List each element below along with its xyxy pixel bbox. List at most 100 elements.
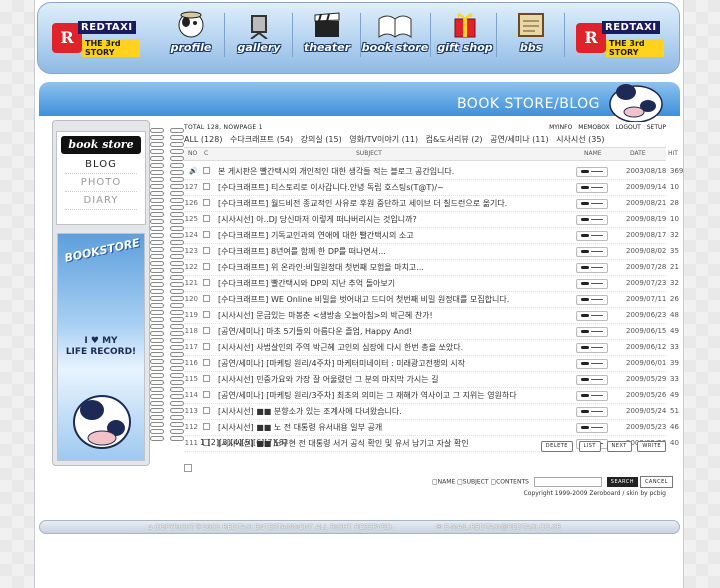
nav-profile[interactable]: profile	[156, 11, 226, 61]
sidebar-item-diary[interactable]: DIARY	[65, 192, 137, 210]
nav-gift-shop[interactable]: gift shop	[430, 11, 500, 61]
author-name-image[interactable]	[576, 343, 608, 353]
category-lecture[interactable]: 강의실 (15)	[301, 135, 342, 144]
author-name-image[interactable]	[576, 279, 608, 289]
row-checkbox[interactable]	[203, 407, 210, 414]
category-suda[interactable]: 수다크래프트 (54)	[230, 135, 293, 144]
myinfo-link[interactable]: MYINFO	[549, 124, 572, 131]
post-date: 2009/07/23	[626, 279, 667, 287]
category-movie[interactable]: 영화/TV이야기 (11)	[349, 135, 418, 144]
column-hit[interactable]: HIT	[668, 150, 678, 157]
footer-email[interactable]: ✉ E-MAIL:REDTAXI@REDTAXI.CO.KR	[436, 523, 561, 531]
post-subject-link[interactable]: [수다크래프트] 월드비전 종교적인 사유로 후원 중단하고 세이브 더 칠드런…	[218, 198, 543, 209]
author-name-image[interactable]	[576, 311, 608, 321]
category-seminar[interactable]: 공연/세미나 (11)	[490, 135, 548, 144]
setup-link[interactable]: SETUP	[647, 124, 666, 131]
write-button[interactable]: WRITE	[637, 441, 666, 452]
column-subject[interactable]: SUBJECT	[356, 150, 382, 157]
post-subject-link[interactable]: [수다크래프트] 8년여를 함께 한 DP를 떠나면서...	[218, 246, 543, 257]
post-subject-link[interactable]: [시사시선] ■■ 분향소가 있는 조계사에 다녀왔습니다.	[218, 406, 543, 417]
post-subject-link[interactable]: [시사시선] 아..DJ 당신마저 이렇게 떠나버리시는 것입니까?	[218, 214, 543, 225]
post-subject-link[interactable]: [공연/세미나] 마초 5기들의 아름다운 졸업, Happy And!	[218, 326, 543, 337]
select-all-checkbox[interactable]	[184, 464, 192, 472]
row-checkbox[interactable]	[203, 311, 210, 318]
column-name[interactable]: NAME	[584, 150, 602, 157]
post-subject-link[interactable]: [시사시선] 사법살인의 주역 박근혜 고인의 심장에 다시 한번 총을 쏘았다…	[218, 342, 543, 353]
author-name-image[interactable]	[576, 423, 608, 433]
author-name-image[interactable]	[576, 327, 608, 337]
row-checkbox[interactable]	[203, 327, 210, 334]
post-subject-link[interactable]: [공연/세미나] [마케팅 원리/4주차] 마케터미네이터 : 미래광고전쟁의 …	[218, 358, 543, 369]
table-row: 116 [공연/세미나] [마케팅 원리/4주차] 마케터미네이터 : 미래광고전…	[184, 356, 679, 372]
delete-button[interactable]: DELETE	[540, 441, 573, 452]
row-checkbox[interactable]	[203, 423, 210, 430]
nav-gallery[interactable]: gallery	[224, 11, 294, 61]
row-checkbox[interactable]	[203, 295, 210, 302]
author-name-image[interactable]	[576, 215, 608, 225]
post-number: 126	[184, 199, 198, 207]
search-options[interactable]: □NAME □SUBJECT □CONTENTS	[432, 479, 529, 486]
site-logo-right[interactable]: R REDTAXI THE 3rd STORY	[576, 17, 664, 59]
row-checkbox[interactable]	[203, 183, 210, 190]
column-no[interactable]: NO	[188, 150, 197, 157]
post-subject-link[interactable]: [수다크래프트] 기독교인과의 연애에 대한 빨간택시의 소고	[218, 230, 543, 241]
post-hits: 10	[670, 215, 679, 223]
nav-book-store[interactable]: book store	[360, 11, 430, 61]
list-button[interactable]: LIST	[578, 441, 601, 452]
author-name-image[interactable]	[576, 391, 608, 401]
author-name-image[interactable]	[576, 167, 608, 177]
logout-link[interactable]: LOGOUT	[616, 124, 641, 131]
post-date: 2003/08/18	[626, 167, 667, 175]
memobox-link[interactable]: MEMOBOX	[578, 124, 609, 131]
row-checkbox[interactable]	[203, 231, 210, 238]
post-subject-link[interactable]: 본 게시판은 빨간택시의 개인적인 대한 생각들 적는 블로그 공간입니다.	[218, 166, 543, 177]
bookstore-banner[interactable]: BOOKSTORE I ♥ MY LIFE RECORD!	[57, 233, 145, 461]
cancel-button[interactable]: CANCEL	[639, 476, 674, 488]
row-checkbox[interactable]	[203, 247, 210, 254]
site-logo-left[interactable]: R REDTAXI THE 3rd STORY	[52, 17, 140, 59]
search-input[interactable]	[533, 477, 602, 487]
author-name-image[interactable]	[576, 231, 608, 241]
row-checkbox[interactable]	[203, 375, 210, 382]
row-checkbox[interactable]	[203, 167, 210, 174]
row-checkbox[interactable]	[203, 391, 210, 398]
post-subject-link[interactable]: [시사시선] 민중가요와 가장 잘 어울렸던 그 분의 마지막 가시는 길	[218, 374, 543, 385]
post-subject-link[interactable]: [수다크래프트] WE Online 비밀을 벗어내고 드디어 첫번째 비밀 원…	[218, 294, 543, 305]
nav-bbs[interactable]: bbs	[496, 11, 566, 61]
row-checkbox[interactable]	[203, 359, 210, 366]
author-name-image[interactable]	[576, 359, 608, 369]
next-button[interactable]: NEXT	[606, 441, 632, 452]
row-checkbox[interactable]	[203, 343, 210, 350]
category-current[interactable]: 시사시선 (35)	[556, 135, 604, 144]
pagination[interactable]: 1 [2][3][4][5][6][7][8]	[200, 438, 287, 447]
post-subject-link[interactable]: [시사시선] ■■ 노 전 대통령 유서내용 일부 공개	[218, 422, 543, 433]
nav-theater[interactable]: theater	[292, 11, 362, 61]
footer: ⌂ COPYRIGHT©2003 REDTAXI ENTERTAINMENT A…	[39, 520, 680, 534]
author-name-image[interactable]	[576, 199, 608, 209]
post-number: 117	[184, 343, 198, 351]
sidebar-item-photo[interactable]: PHOTO	[65, 174, 137, 192]
author-name-image[interactable]	[576, 375, 608, 385]
column-c[interactable]: C	[204, 150, 208, 157]
table-header: NO C SUBJECT NAME DATE HIT	[184, 147, 678, 161]
post-subject-link[interactable]: [공연/세미나] [마케팅 원리/3주차] 최초의 의미는 그 재해가 역사이고…	[218, 390, 543, 401]
category-all[interactable]: ALL (128)	[184, 135, 222, 144]
post-subject-link[interactable]: [수다크래프트] 티스토리로 이사갑니다.안녕 독립 호스팅s(T@T)/~	[218, 182, 543, 193]
author-name-image[interactable]	[576, 263, 608, 273]
sidebar-item-blog[interactable]: BLOG	[65, 156, 137, 174]
category-review[interactable]: 컵&도서리뷰 (2)	[426, 135, 483, 144]
author-name-image[interactable]	[576, 247, 608, 257]
table-row: 121 [수다크래프트] 빨간택시와 DP의 지난 추억 돌아보기 2009/07/…	[184, 276, 679, 292]
row-checkbox[interactable]	[203, 199, 210, 206]
search-button[interactable]: SEARCH	[606, 477, 639, 487]
author-name-image[interactable]	[576, 295, 608, 305]
column-date[interactable]: DATE	[630, 150, 646, 157]
post-subject-link[interactable]: [수다크래프트] 빨간택시와 DP의 지난 추억 돌아보기	[218, 278, 543, 289]
post-subject-link[interactable]: [수다크래프트] 위 온라인:비밀원정대 첫번째 모험을 마치고...	[218, 262, 543, 273]
row-checkbox[interactable]	[203, 263, 210, 270]
row-checkbox[interactable]	[203, 279, 210, 286]
post-subject-link[interactable]: [시사시선] 문금있는 마봉춘 <생방송 오늘아침>의 박근혜 찬가!	[218, 310, 543, 321]
author-name-image[interactable]	[576, 183, 608, 193]
author-name-image[interactable]	[576, 407, 608, 417]
row-checkbox[interactable]	[203, 215, 210, 222]
